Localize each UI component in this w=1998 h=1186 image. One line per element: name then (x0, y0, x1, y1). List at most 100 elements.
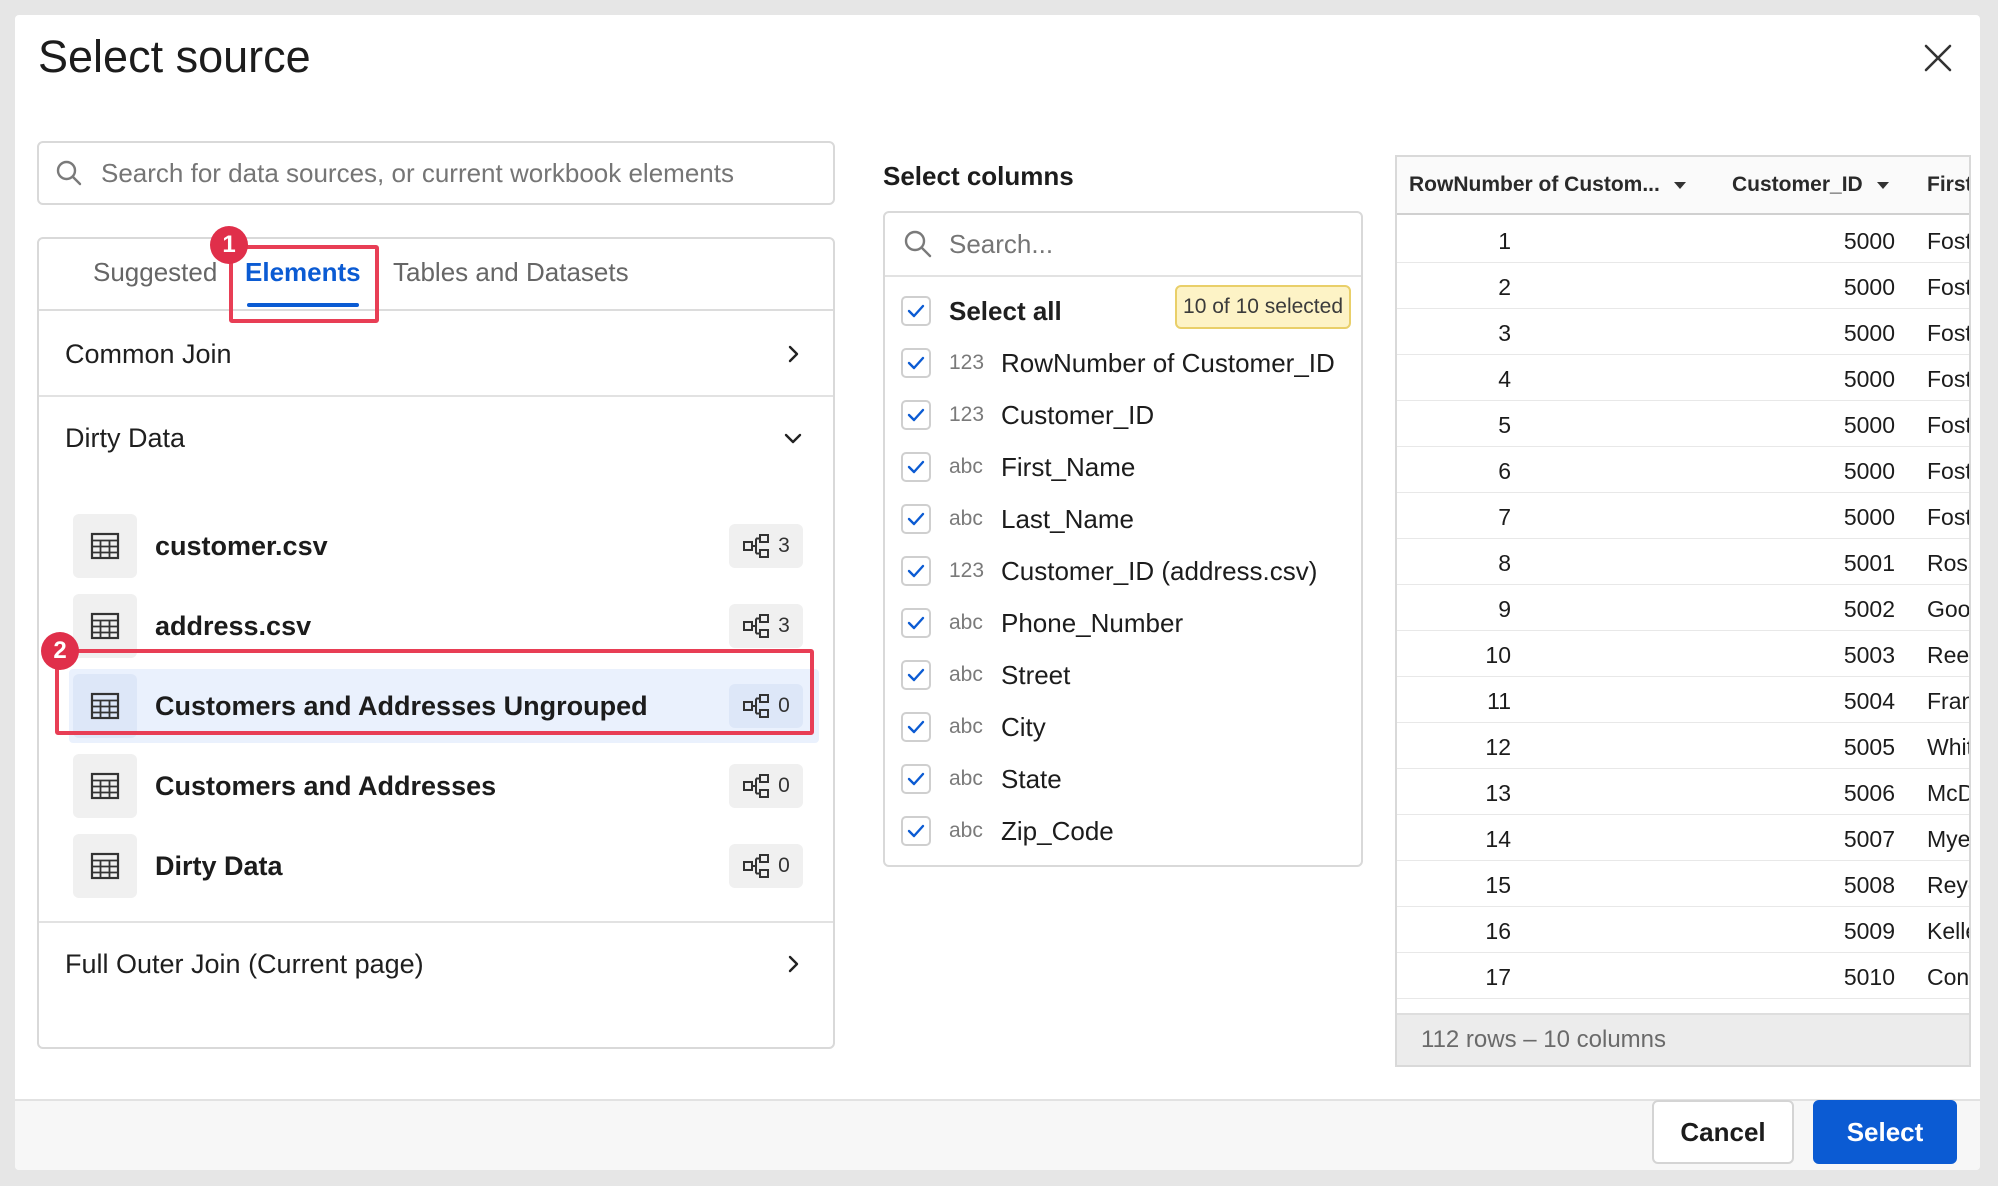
cell-rownumber: 3 (1498, 320, 1511, 346)
column-type: abc (949, 715, 983, 738)
column-search[interactable] (885, 213, 1361, 277)
cell-rownumber: 1 (1498, 228, 1511, 254)
column-name: Phone_Number (1001, 607, 1184, 638)
column-checkbox[interactable] (901, 348, 931, 378)
close-icon (1924, 44, 1952, 72)
cell-first-name: Reec (1927, 642, 1970, 668)
column-header-first-name[interactable]: First_ (1927, 173, 1969, 197)
cell-customer-id: 5001 (1843, 550, 1895, 576)
column-checkbox[interactable] (901, 660, 931, 690)
element-item-dirty-data[interactable]: Dirty Data 0 (69, 829, 819, 903)
column-name: State (1001, 763, 1062, 794)
cell-rownumber: 10 (1485, 642, 1511, 668)
column-header-rownumber[interactable]: RowNumber of Custom... (1409, 173, 1686, 197)
cell-rownumber: 5 (1498, 412, 1511, 438)
lineage-icon (743, 854, 770, 878)
lineage-icon (743, 694, 770, 718)
source-search[interactable] (37, 141, 835, 205)
check-icon (907, 668, 925, 682)
sort-caret-icon[interactable] (1876, 181, 1889, 189)
lineage-count[interactable]: 0 (729, 764, 803, 808)
lineage-count-value: 3 (778, 614, 790, 637)
cell-first-name: Fost (1927, 274, 1971, 300)
column-search-input[interactable] (949, 228, 1329, 260)
cell-customer-id: 5007 (1843, 826, 1895, 852)
cell-first-name: Mye (1927, 826, 1971, 852)
column-checkbox[interactable] (901, 764, 931, 794)
column-header-customer-id[interactable]: Customer_ID (1732, 173, 1889, 197)
source-search-input[interactable] (101, 157, 801, 189)
lineage-count[interactable]: 3 (729, 524, 803, 568)
column-header-label: Customer_ID (1732, 173, 1863, 196)
tab-elements[interactable]: Elements (245, 257, 361, 288)
column-checkbox[interactable] (901, 556, 931, 586)
cell-rownumber: 11 (1487, 688, 1511, 714)
lineage-count-value: 0 (778, 694, 790, 717)
lineage-count[interactable]: 0 (729, 844, 803, 888)
element-name: Dirty Data (155, 850, 283, 881)
cell-customer-id: 5009 (1843, 918, 1895, 944)
select-source-dialog: Select source Suggested Elements Tables … (15, 15, 1980, 1170)
active-tab-indicator (247, 303, 359, 307)
select-all-label: Select all (949, 295, 1062, 326)
column-item[interactable]: 123 Customer_ID (901, 395, 1351, 435)
section-common-join[interactable]: Common Join (39, 313, 833, 395)
column-checkbox[interactable] (901, 504, 931, 534)
column-item[interactable]: abc Zip_Code (901, 811, 1351, 851)
table-row: 5 5000 Fost (1397, 401, 1969, 447)
column-name: RowNumber of Customer_ID (1001, 347, 1335, 378)
lineage-icon (743, 614, 770, 638)
cell-rownumber: 15 (1485, 872, 1511, 898)
cell-first-name: Goo (1927, 596, 1971, 622)
element-item-customers-and-addresses[interactable]: Customers and Addresses 0 (69, 749, 819, 823)
select-all-checkbox[interactable] (901, 296, 931, 326)
column-type: abc (949, 663, 983, 686)
lineage-count[interactable]: 3 (729, 604, 803, 648)
column-header-label: First_ (1927, 173, 1969, 196)
column-type: abc (949, 767, 983, 790)
column-item[interactable]: abc Street (901, 655, 1351, 695)
column-checkbox[interactable] (901, 712, 931, 742)
data-preview-table: RowNumber of Custom... Customer_ID First… (1395, 155, 1971, 1067)
select-all-row[interactable]: Select all 10 of 10 selected (901, 285, 1351, 331)
column-name: Customer_ID (1001, 399, 1155, 430)
column-item[interactable]: abc Phone_Number (901, 603, 1351, 643)
check-icon (907, 564, 925, 578)
cell-first-name: Fost (1927, 320, 1971, 346)
element-item-address-csv[interactable]: address.csv 3 (69, 589, 819, 663)
column-checkbox[interactable] (901, 608, 931, 638)
lineage-count[interactable]: 0 (729, 684, 803, 728)
column-checkbox[interactable] (901, 816, 931, 846)
table-row: 14 5007 Mye (1397, 815, 1971, 861)
select-button[interactable]: Select (1813, 1100, 1957, 1164)
column-item[interactable]: abc Last_Name (901, 499, 1351, 539)
cell-first-name: Whit (1927, 734, 1971, 760)
table-row: 9 5002 Goo (1397, 585, 1971, 631)
column-checkbox[interactable] (901, 452, 931, 482)
cell-rownumber: 7 (1498, 504, 1511, 530)
column-item[interactable]: abc State (901, 759, 1351, 799)
close-button[interactable] (1913, 33, 1963, 83)
column-checkbox[interactable] (901, 400, 931, 430)
cancel-button[interactable]: Cancel (1652, 1100, 1794, 1164)
section-dirty-data[interactable]: Dirty Data (39, 397, 833, 479)
tab-tables-and-datasets[interactable]: Tables and Datasets (393, 257, 629, 288)
element-item-customer-csv[interactable]: customer.csv 3 (69, 509, 819, 583)
table-icon (73, 674, 137, 738)
column-name: First_Name (1001, 451, 1136, 482)
cell-customer-id: 5000 (1843, 274, 1895, 300)
element-item-customers-and-addresses-ungrouped[interactable]: Customers and Addresses Ungrouped 0 (69, 669, 819, 743)
tab-suggested[interactable]: Suggested (93, 257, 217, 288)
section-full-outer-join[interactable]: Full Outer Join (Current page) (39, 923, 833, 1005)
section-label: Full Outer Join (Current page) (65, 948, 424, 979)
column-item[interactable]: abc First_Name (901, 447, 1351, 487)
column-item[interactable]: 123 Customer_ID (address.csv) (901, 551, 1351, 591)
chevron-down-icon (779, 424, 807, 452)
cell-customer-id: 5003 (1843, 642, 1895, 668)
column-item[interactable]: 123 RowNumber of Customer_ID (901, 343, 1351, 383)
cell-customer-id: 5000 (1843, 366, 1895, 392)
sort-caret-icon[interactable] (1673, 181, 1686, 189)
check-icon (907, 824, 925, 838)
column-item[interactable]: abc City (901, 707, 1351, 747)
cell-customer-id: 5002 (1843, 596, 1895, 622)
